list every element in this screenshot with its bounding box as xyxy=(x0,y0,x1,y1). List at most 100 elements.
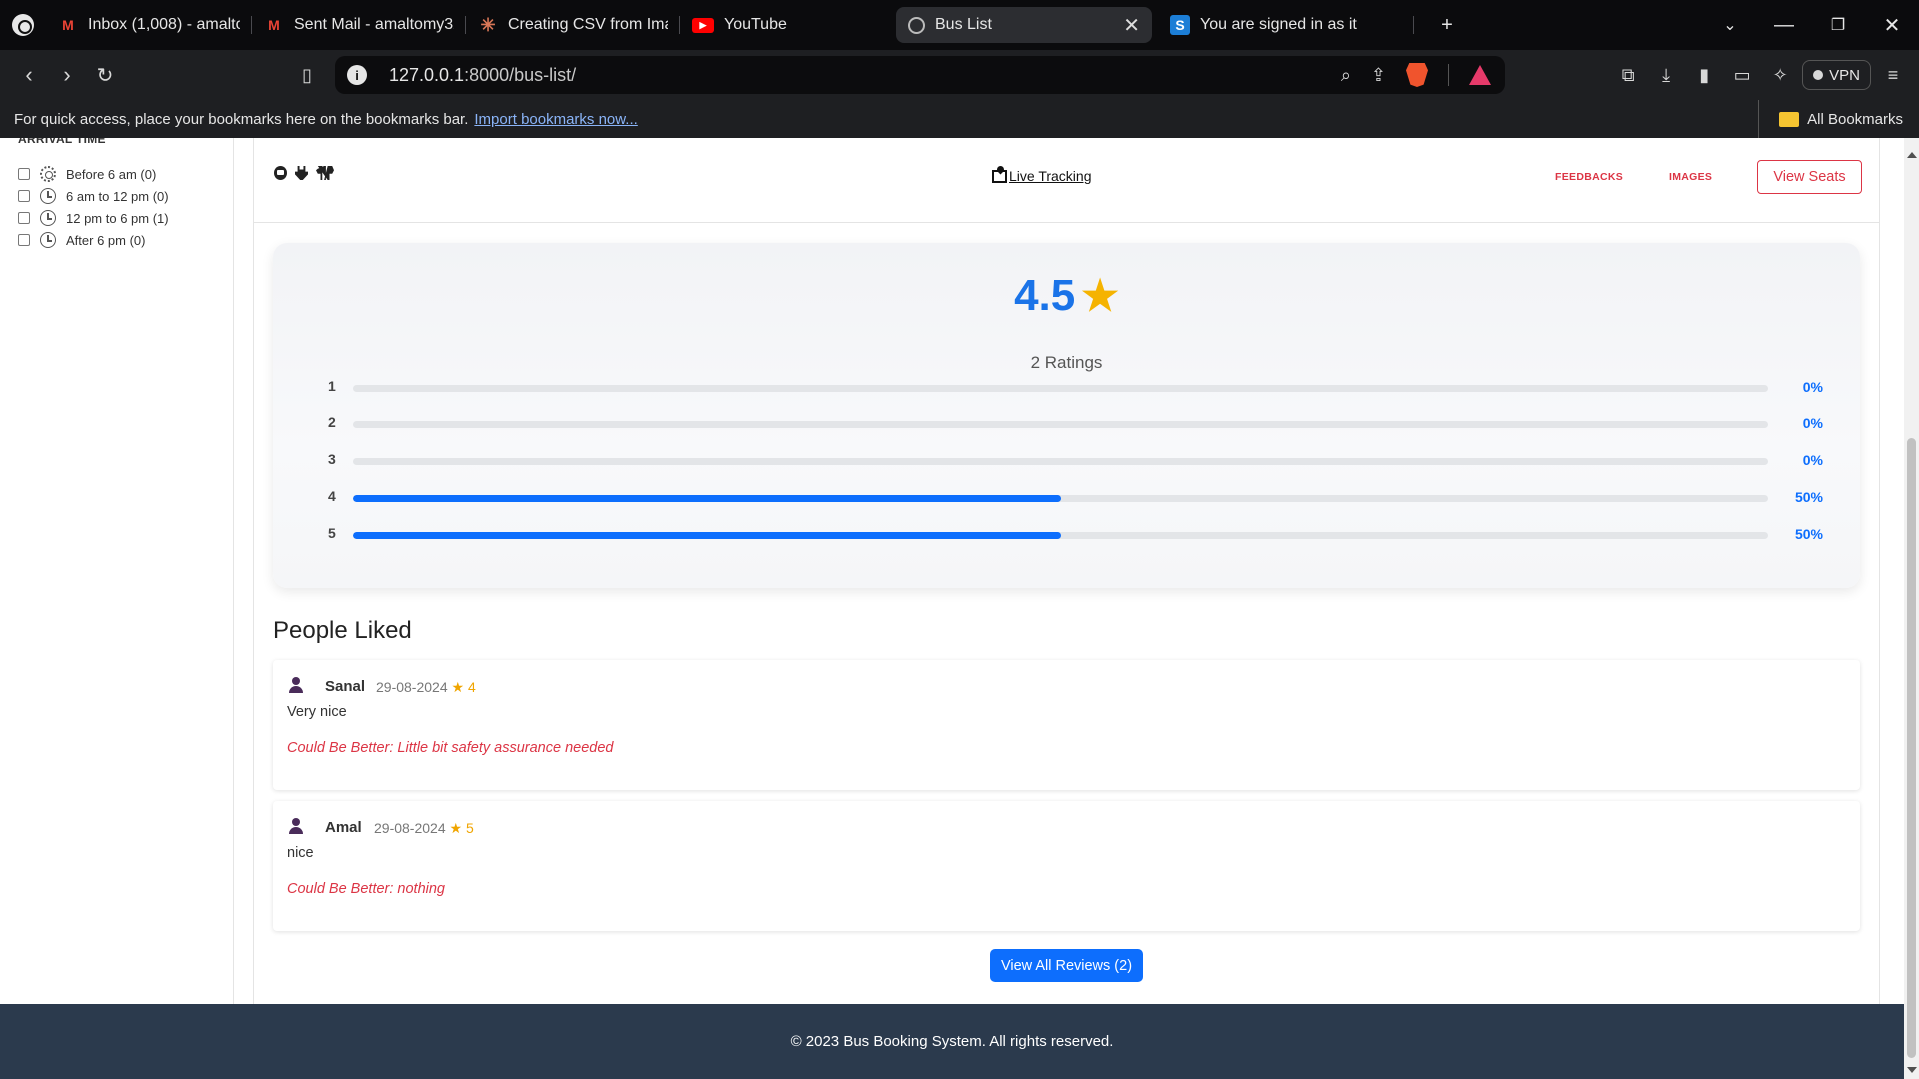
url-host: 127.0.0.1 xyxy=(389,64,465,85)
review-comment: Very nice xyxy=(287,704,347,720)
site-info-icon[interactable]: i xyxy=(347,65,367,85)
rating-bar-track xyxy=(353,385,1768,392)
all-bookmarks-label: All Bookmarks xyxy=(1807,110,1903,128)
brave-rewards-icon[interactable] xyxy=(1469,65,1491,85)
checkbox[interactable] xyxy=(18,234,30,246)
divider xyxy=(1448,64,1449,86)
tab-list-chevron-icon[interactable]: ⌄ xyxy=(1703,0,1757,50)
restore-icon[interactable]: ❐ xyxy=(1811,0,1865,50)
review-could-be-better: Could Be Better: Little bit safety assur… xyxy=(287,740,614,756)
import-bookmarks-link[interactable]: Import bookmarks now... xyxy=(474,111,637,128)
wallet-icon[interactable]: ▭ xyxy=(1726,59,1758,91)
scroll-down-icon[interactable] xyxy=(1907,1067,1917,1073)
forward-icon[interactable]: › xyxy=(48,55,86,95)
arrival-time-heading: ARRIVAL TIME xyxy=(18,138,106,146)
extensions-icon[interactable]: ⧉ xyxy=(1612,59,1644,91)
scrollbar-thumb[interactable] xyxy=(1907,438,1916,1058)
view-seats-button[interactable]: View Seats xyxy=(1757,160,1862,194)
checkbox[interactable] xyxy=(18,190,30,202)
rating-bar-percent: 0% xyxy=(1802,452,1823,468)
url-text[interactable]: 127.0.0.1:8000/bus-list/ xyxy=(389,65,576,86)
rating-bar-star-label: 4 xyxy=(328,488,336,504)
rating-bar-track xyxy=(353,458,1768,465)
page-viewport: ARRIVAL TIME Before 6 am (0) 6 am to 12 … xyxy=(0,138,1904,1079)
review-meta: 29-08-2024 ★ 4 xyxy=(376,679,476,696)
browser-menu-icon[interactable] xyxy=(0,0,46,50)
star-icon: ★ xyxy=(1081,272,1119,319)
tab-sent-mail[interactable]: M Sent Mail - amaltomy321@gm xyxy=(252,7,466,43)
share-icon[interactable]: ⇪ xyxy=(1371,65,1386,86)
map-icon xyxy=(992,169,1007,183)
rating-bar-row: 2 0% xyxy=(328,414,1823,434)
images-link[interactable]: IMAGES xyxy=(1669,171,1712,183)
bookmark-icon[interactable]: ▯ xyxy=(288,55,326,95)
scroll-up-icon[interactable] xyxy=(1907,152,1917,158)
browser-tab-bar: M Inbox (1,008) - amaltomy2025 M Sent Ma… xyxy=(0,0,1919,50)
tab-title: You are signed in as it xyxy=(1200,16,1357,33)
tab-signed-in[interactable]: S You are signed in as it xyxy=(1158,7,1414,43)
filter-6am-12pm[interactable]: 6 am to 12 pm (0) xyxy=(18,186,169,206)
bookmarks-prompt: For quick access, place your bookmarks h… xyxy=(14,110,469,128)
filter-12pm-6pm[interactable]: 12 pm to 6 pm (1) xyxy=(18,208,169,228)
review-card: Sanal 29-08-2024 ★ 4 Very nice Could Be … xyxy=(273,660,1860,790)
page-scrollbar[interactable] xyxy=(1904,138,1919,1079)
tab-title: Bus List xyxy=(935,16,992,33)
live-tracking-link[interactable]: Live Tracking xyxy=(992,168,1091,184)
close-tab-icon[interactable]: ✕ xyxy=(1113,13,1140,38)
user-icon xyxy=(288,818,304,834)
checkbox[interactable] xyxy=(18,168,30,180)
rating-bar-star-label: 1 xyxy=(328,378,336,394)
filter-label: Before 6 am (0) xyxy=(66,166,157,182)
feedbacks-link[interactable]: FEEDBACKS xyxy=(1555,171,1623,183)
leo-ai-icon[interactable]: ✧ xyxy=(1764,59,1796,91)
all-bookmarks-button[interactable]: All Bookmarks xyxy=(1758,100,1903,138)
filter-after-6pm[interactable]: After 6 pm (0) xyxy=(18,230,145,250)
average-rating-value: 4.5 xyxy=(1014,271,1076,320)
close-window-icon[interactable]: ✕ xyxy=(1865,0,1919,50)
vpn-label: VPN xyxy=(1829,66,1860,84)
tab-title: Creating CSV from Image Data xyxy=(508,16,668,33)
filter-label: 6 am to 12 pm (0) xyxy=(66,188,169,204)
checkbox[interactable] xyxy=(18,212,30,224)
review-meta: 29-08-2024 ★ 5 xyxy=(374,820,474,837)
tab-youtube[interactable]: ▶ YouTube xyxy=(680,7,894,43)
tab-bus-list[interactable]: Bus List ✕ xyxy=(896,7,1152,43)
gmail-icon: M xyxy=(268,17,280,33)
view-all-reviews-button[interactable]: View All Reviews (2) xyxy=(990,949,1143,982)
rating-bar-track xyxy=(353,421,1768,428)
brave-shields-icon[interactable] xyxy=(1406,63,1428,87)
rating-bar-percent: 0% xyxy=(1802,379,1823,395)
tab-title: Inbox (1,008) - amaltomy2025 xyxy=(88,16,240,33)
rating-bar-track xyxy=(353,532,1768,539)
s-icon: S xyxy=(1170,15,1190,35)
rating-bar-row: 3 0% xyxy=(328,451,1823,471)
globe-icon xyxy=(908,16,925,34)
user-icon xyxy=(288,677,304,693)
average-rating: 4.5 ★ xyxy=(273,271,1860,321)
bus-card-actions: Live Tracking FEEDBACKS IMAGES View Seat… xyxy=(254,138,1879,223)
back-icon[interactable]: ‹ xyxy=(10,55,48,95)
minimize-icon[interactable]: — xyxy=(1757,0,1811,50)
menu-icon[interactable]: ≡ xyxy=(1877,59,1909,91)
reviewer-name: Sanal xyxy=(325,678,366,695)
rating-bar-star-label: 5 xyxy=(328,525,336,541)
gmail-icon: M xyxy=(62,17,74,33)
filter-label: After 6 pm (0) xyxy=(66,232,146,248)
sidebar-icon[interactable]: ▮ xyxy=(1688,59,1720,91)
address-bar[interactable]: i 127.0.0.1:8000/bus-list/ ⌕ ⇪ xyxy=(335,56,1505,94)
vpn-button[interactable]: VPN xyxy=(1802,60,1871,90)
new-tab-icon[interactable]: + xyxy=(1420,0,1474,50)
tab-inbox[interactable]: M Inbox (1,008) - amaltomy2025 xyxy=(46,7,252,43)
tab-creating-csv[interactable]: ✳ Creating CSV from Image Data xyxy=(466,7,680,43)
downloads-icon[interactable]: ⤓ xyxy=(1650,59,1682,91)
rating-bar-row: 1 0% xyxy=(328,378,1823,398)
clock-icon xyxy=(40,232,56,248)
rating-bar-star-label: 2 xyxy=(328,414,336,430)
filter-sidebar: ARRIVAL TIME Before 6 am (0) 6 am to 12 … xyxy=(0,138,234,1004)
sun-icon xyxy=(40,166,56,182)
rating-summary: 4.5 ★ 2 Ratings 1 0% 2 0% 3 0% 4 50% 5 50% xyxy=(273,243,1860,588)
rating-bar-fill xyxy=(353,495,1061,502)
zoom-icon[interactable]: ⌕ xyxy=(1341,65,1351,86)
filter-before-6am[interactable]: Before 6 am (0) xyxy=(18,164,156,184)
reload-icon[interactable]: ↻ xyxy=(86,55,124,95)
